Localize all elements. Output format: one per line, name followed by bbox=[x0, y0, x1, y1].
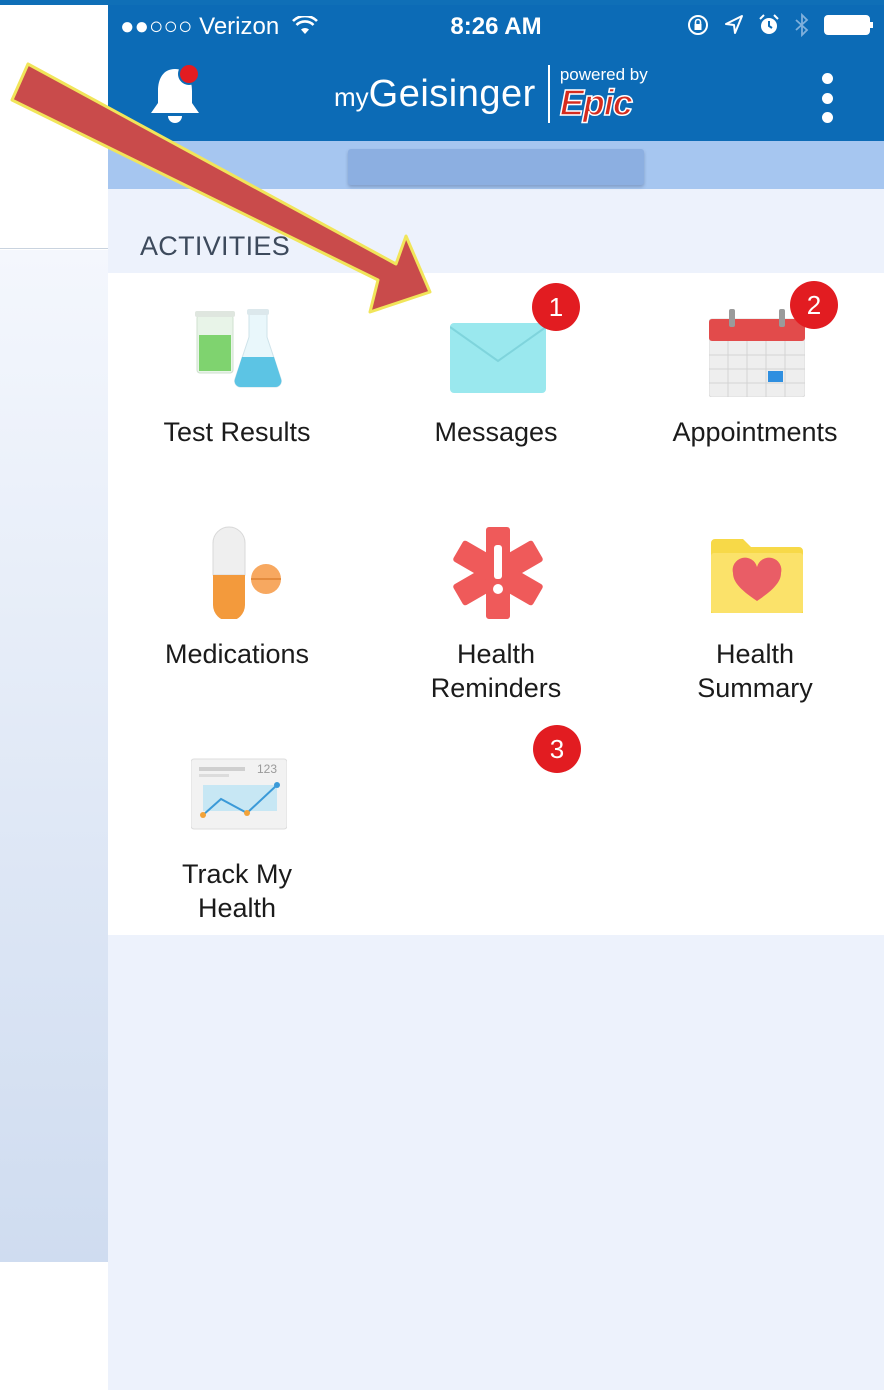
rotation-lock-icon bbox=[688, 15, 708, 35]
tile-health-summary[interactable]: Health Summary bbox=[626, 495, 884, 715]
tile-label: Track My Health bbox=[182, 859, 292, 923]
left-backdrop-panel bbox=[0, 250, 108, 1262]
tile-health-reminders[interactable]: 3 Health Reminders bbox=[367, 495, 625, 773]
status-bar: ●●○○○ Verizon 8:26 AM bbox=[108, 5, 884, 45]
tile-appointments[interactable]: 2 Appointments bbox=[626, 273, 884, 493]
phone-screen: ●●○○○ Verizon 8:26 AM my Geisinger power… bbox=[108, 5, 884, 1390]
tile-test-results[interactable]: Test Results bbox=[108, 273, 366, 493]
envelope-icon bbox=[450, 323, 546, 393]
brand-name: Geisinger bbox=[368, 72, 536, 115]
tile-label: Messages bbox=[434, 417, 558, 447]
location-icon bbox=[725, 15, 743, 34]
left-backdrop-bottom bbox=[0, 1262, 108, 1390]
section-title: ACTIVITIES bbox=[140, 231, 291, 261]
sub-header bbox=[108, 141, 884, 189]
notifications-bell-icon[interactable] bbox=[146, 63, 204, 127]
calendar-icon bbox=[709, 309, 805, 397]
heart-folder-icon bbox=[711, 539, 803, 613]
medical-alert-icon bbox=[453, 527, 543, 619]
test-tubes-icon bbox=[195, 309, 282, 388]
battery-icon bbox=[824, 15, 873, 35]
chart-icon-label: 123 bbox=[257, 762, 277, 776]
redacted-patient-name[interactable] bbox=[348, 149, 644, 185]
tile-label: Appointments bbox=[672, 417, 838, 447]
tile-medications[interactable]: Medications bbox=[108, 495, 366, 715]
app-header: my Geisinger powered by Epic bbox=[108, 45, 884, 141]
appointments-badge: 2 bbox=[790, 281, 838, 329]
messages-badge: 1 bbox=[532, 283, 580, 331]
pill-icon bbox=[212, 526, 281, 619]
more-options-icon[interactable] bbox=[820, 73, 834, 123]
brand-logo: my Geisinger powered by Epic bbox=[334, 63, 648, 125]
alarm-icon bbox=[759, 14, 779, 34]
tile-label: Health Reminders bbox=[430, 639, 562, 703]
brand-separator bbox=[547, 65, 550, 123]
brand-my: my bbox=[334, 81, 369, 112]
epic-logo: Epic bbox=[559, 82, 634, 123]
activities-grid: Test Results 1 Messages 2 Appointments M… bbox=[108, 273, 884, 935]
powered-by-logo: powered by Epic bbox=[559, 66, 648, 123]
tile-track-my-health[interactable]: 123 Track My Health bbox=[108, 715, 366, 935]
status-icons bbox=[686, 13, 874, 37]
chart-icon: 123 bbox=[191, 758, 287, 830]
bluetooth-icon bbox=[795, 13, 809, 37]
tile-messages[interactable]: 1 Messages bbox=[367, 273, 625, 493]
tile-label: Health Summary bbox=[697, 639, 813, 703]
left-backdrop-top bbox=[0, 5, 108, 249]
tile-label: Medications bbox=[164, 639, 310, 669]
health-reminders-badge: 3 bbox=[533, 725, 581, 773]
tile-label: Test Results bbox=[163, 417, 311, 447]
